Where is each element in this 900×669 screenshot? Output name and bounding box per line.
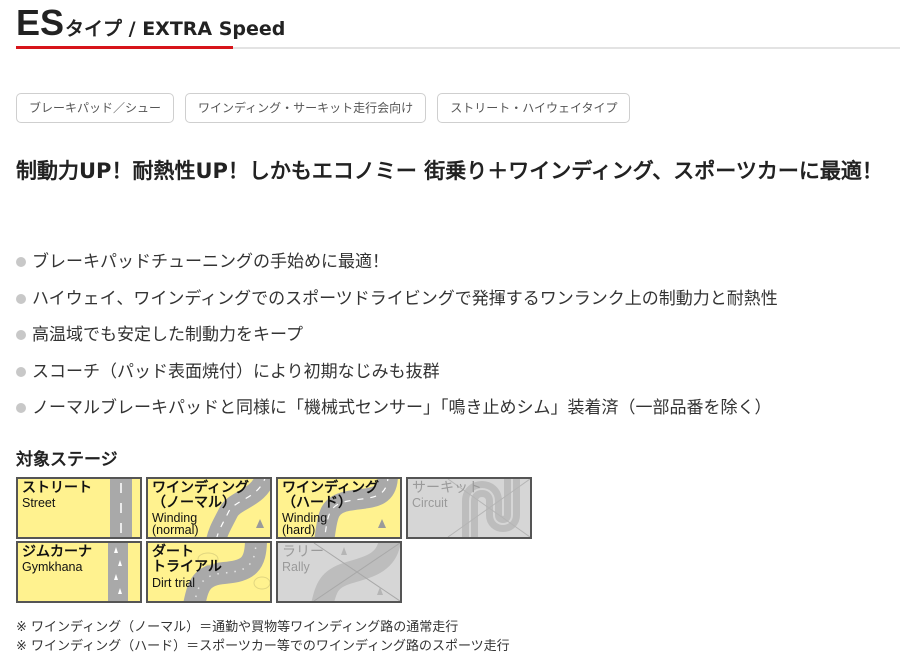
stage-jp-label: ストリート [22,479,92,495]
stage-jp-label: ダート [152,543,194,559]
page-title: ESタイプ / EXTRA Speed [16,2,285,44]
footnote: ※ ワインディング（ハード）＝スポーツカー等でのワインディング路のスポーツ走行 [16,639,510,654]
bullet-icon [16,257,26,267]
feature-item: ブレーキパッドチューニングの手始めに最適！ [16,244,778,281]
feature-item: ハイウェイ、ワインディングでのスポーツドライビングで発揮するワンランク上の制動力… [16,281,778,318]
stage-en-label: Dirt trial [152,576,196,590]
stage-heading: 対象ステージ [16,450,118,470]
stage-tile-dirt-trial: ダート トライアル Dirt trial [146,541,272,603]
stage-jp-sublabel: （ノーマル） [152,494,236,510]
feature-text: ノーマルブレーキパッドと同様に「機械式センサー」「鳴き止めシム」装着済（一部品番… [32,398,772,418]
feature-text: ハイウェイ、ワインディングでのスポーツドライビングで発揮するワンランク上の制動力… [32,288,778,309]
footnote: ※ ワインディング（ノーマル）＝通勤や買物等ワインディング路の通常走行 [16,620,459,635]
stage-en-label: Gymkhana [22,560,83,574]
feature-text: スコーチ（パッド表面焼付）により初期なじみも抜群 [32,361,440,382]
stage-jp-label: ジムカーナ [22,543,92,559]
title-main: ES [16,2,65,43]
stage-jp-label: ワインディング [282,479,380,495]
stage-tile-gymkhana: ジムカーナ Gymkhana [16,541,142,603]
product-headline: 制動力UP！耐熱性UP！しかもエコノミー 街乗り＋ワインディング、スポーツカーに… [16,159,883,183]
feature-text: ブレーキパッドチューニングの手始めに最適！ [32,252,389,272]
bullet-icon [16,403,26,413]
stage-tile-street: ストリート Street [16,477,142,539]
stage-jp-label: サーキット [412,479,482,495]
stage-tile-rally: ラリー Rally [276,541,402,603]
stage-jp-sublabel: トライアル [152,558,222,574]
feature-item: ノーマルブレーキパッドと同様に「機械式センサー」「鳴き止めシム」装着済（一部品番… [16,390,778,427]
stage-en-label: Street [22,496,56,510]
bullet-icon [16,330,26,340]
stage-en-label: Circuit [412,496,448,510]
stage-tile-winding-hard: ワインディング （ハード） Winding (hard) [276,477,402,539]
stage-en-sublabel: (normal) [152,523,199,537]
stage-jp-sublabel: （ハード） [282,494,352,510]
bullet-icon [16,293,26,304]
bullet-icon [16,366,26,377]
tag-street-highway[interactable]: ストリート・ハイウェイタイプ [437,93,631,123]
stage-jp-label: ワインディング [152,479,250,495]
stage-jp-label: ラリー [282,543,324,559]
feature-item: 高温域でも安定した制動力をキープ [16,317,778,354]
stage-tile-circuit: サーキット Circuit [406,477,532,539]
stage-en-sublabel: (hard) [282,523,316,537]
category-tags: ブレーキパッド／シュー ワインディング・サーキット走行会向け ストリート・ハイウ… [16,93,631,123]
feature-list: ブレーキパッドチューニングの手始めに最適！ ハイウェイ、ワインディングでのスポー… [16,244,778,427]
stage-en-label: Rally [282,560,310,574]
feature-text: 高温域でも安定した制動力をキープ [32,325,303,345]
stage-tile-winding-normal: ワインディング （ノーマル） Winding (normal) [146,477,272,539]
section-title: ESタイプ / EXTRA Speed [16,0,900,50]
feature-item: スコーチ（パッド表面焼付）により初期なじみも抜群 [16,354,778,391]
title-suffix: タイプ / EXTRA Speed [65,18,286,40]
title-accent-bar [16,46,233,49]
footnotes: ※ ワインディング（ノーマル）＝通勤や買物等ワインディング路の通常走行 ※ ワイ… [16,618,510,656]
tag-brake-pad[interactable]: ブレーキパッド／シュー [16,93,175,123]
tag-winding-circuit[interactable]: ワインディング・サーキット走行会向け [185,93,427,123]
